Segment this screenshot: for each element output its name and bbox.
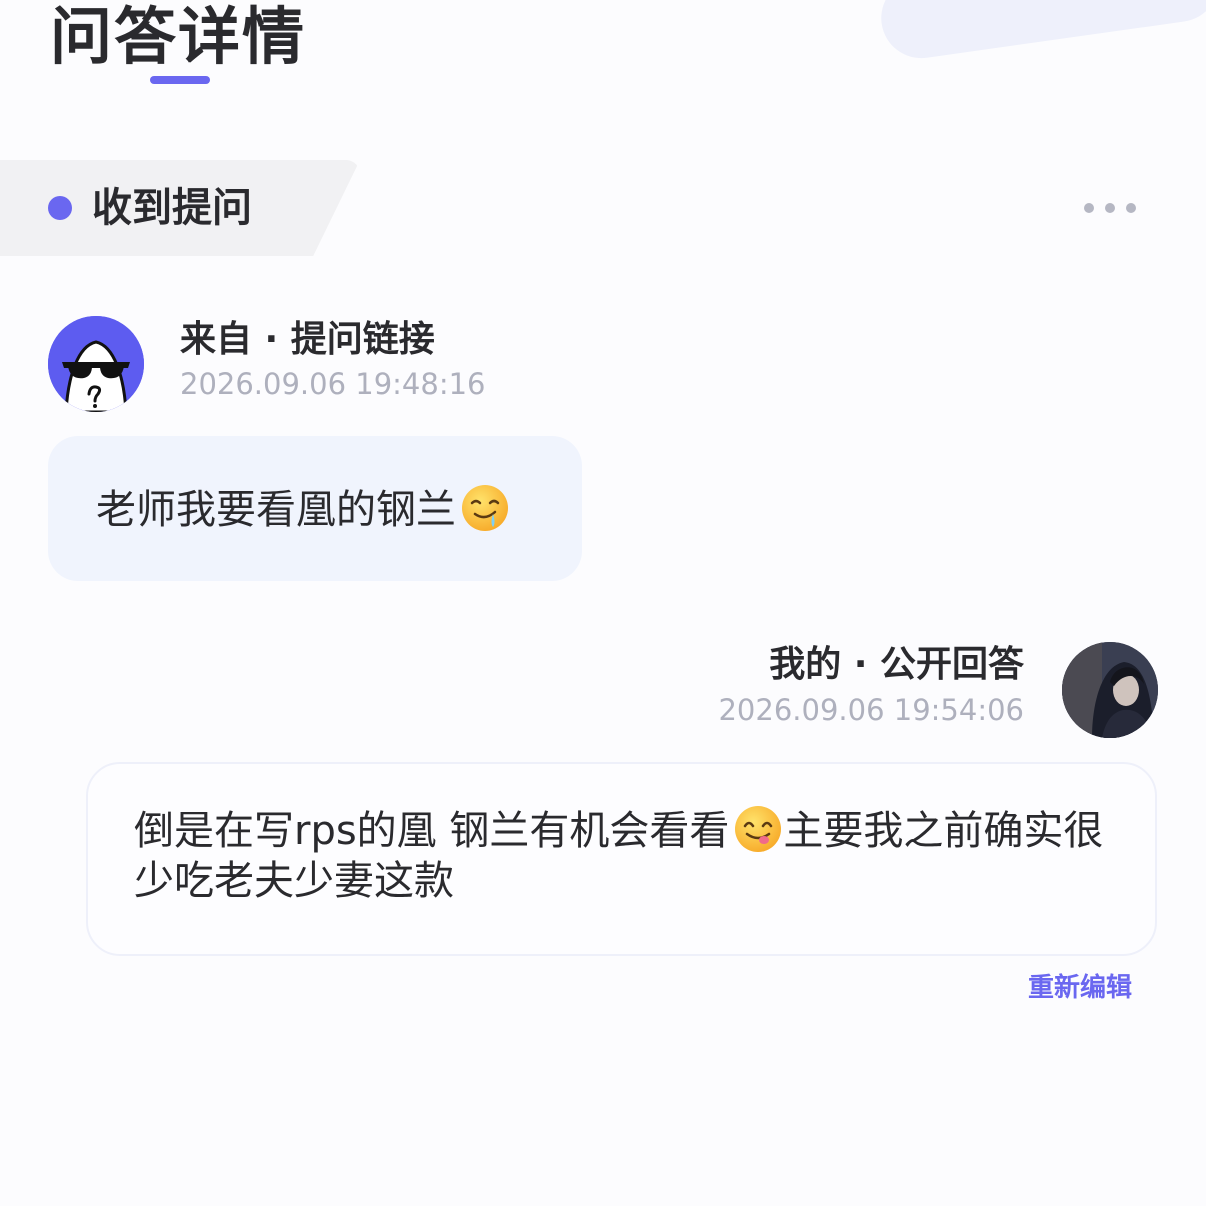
question-source: 来自 · 提问链接: [180, 319, 435, 360]
answer-text-part1: 倒是在写rps的凰 钢兰有机会看看: [134, 808, 730, 854]
question-text-line: 老师我要看凰的钢兰: [96, 483, 510, 534]
drooling-face-icon: [462, 485, 508, 531]
my-avatar[interactable]: [1062, 642, 1158, 738]
page-title: 问答详情: [50, 0, 307, 73]
savoring-face-icon: [735, 806, 782, 852]
question-text: 老师我要看凰的钢兰: [96, 487, 456, 533]
profile-photo-icon: [1062, 642, 1158, 738]
asker-avatar: [48, 316, 144, 412]
more-options-button[interactable]: [1084, 196, 1136, 220]
answer-text: 倒是在写rps的凰 钢兰有机会看看 主要我之前确实很少吃老夫少妻这款: [134, 804, 1115, 906]
more-dot-icon: [1126, 203, 1136, 213]
section-label: 收到提问: [92, 185, 252, 231]
question-bubble: 老师我要看凰的钢兰: [48, 436, 582, 581]
answer-timestamp: 2026.09.06 19:54:06: [718, 693, 1024, 727]
answer-label: 我的 · 公开回答: [769, 644, 1024, 685]
sunglasses-ghost-icon: [48, 316, 144, 412]
more-dot-icon: [1084, 203, 1094, 213]
header-decoration: [876, 0, 1206, 64]
section-dot-icon: [48, 196, 72, 220]
re-edit-button[interactable]: 重新编辑: [1028, 972, 1132, 1004]
more-dot-icon: [1105, 203, 1115, 213]
answer-bubble: 倒是在写rps的凰 钢兰有机会看看 主要我之前确实很少吃老夫少妻这款: [86, 762, 1157, 956]
question-timestamp: 2026.09.06 19:48:16: [180, 367, 486, 401]
title-underline: [150, 76, 210, 84]
